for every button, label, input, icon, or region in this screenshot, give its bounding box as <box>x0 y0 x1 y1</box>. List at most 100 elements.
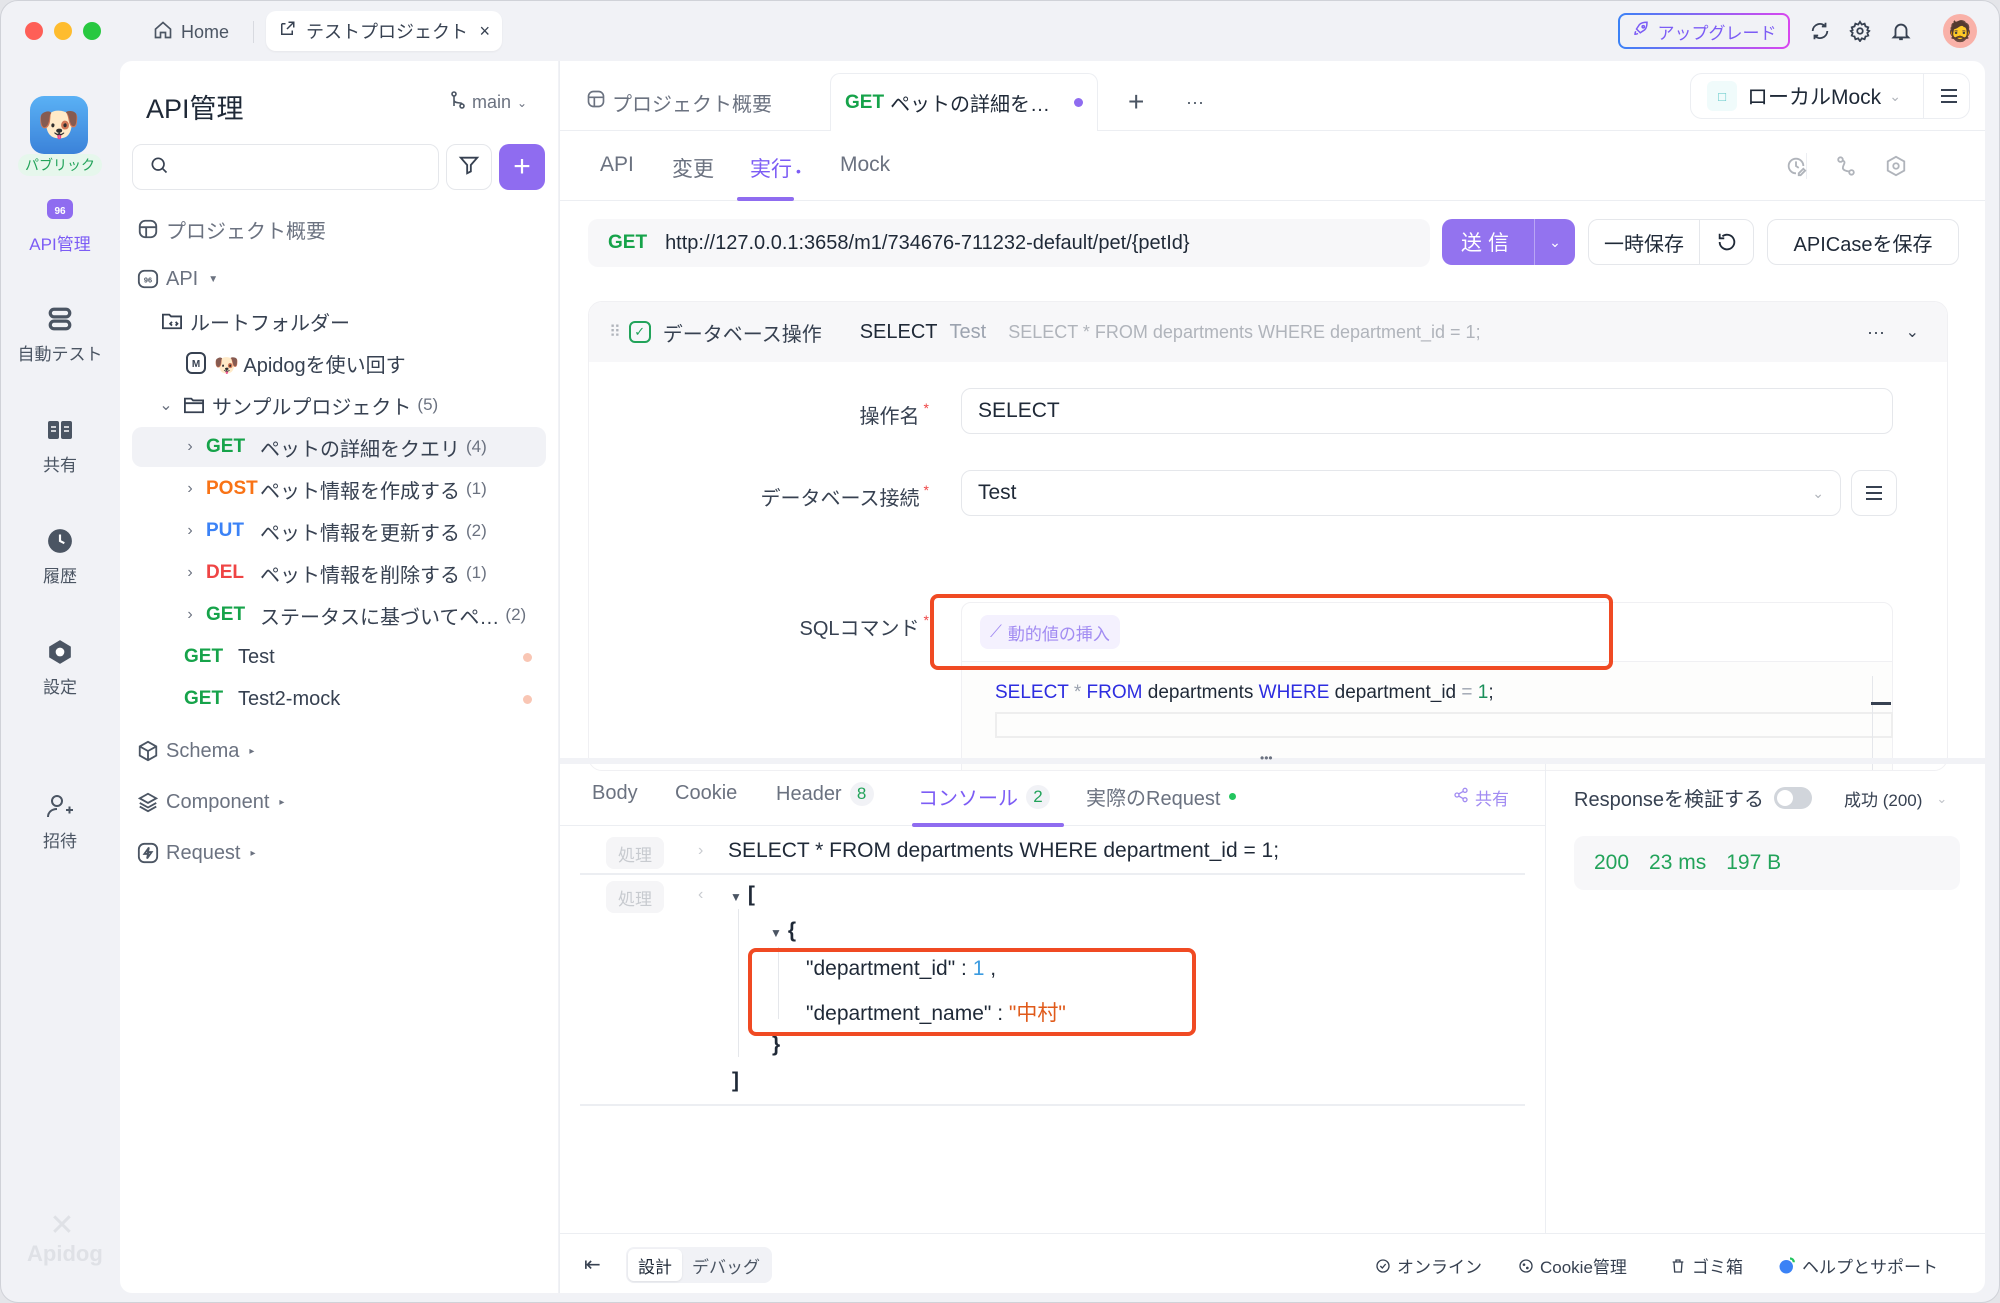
save-api-case-button[interactable]: APICaseを保存 <box>1767 219 1959 265</box>
tab-actual-request[interactable]: 実際のRequest <box>1086 782 1236 811</box>
sidebar-item-component[interactable]: Component ▸ <box>132 782 546 822</box>
endpoint-item[interactable]: › GET ペットの詳細をクエリ (4) <box>132 427 546 467</box>
cookie-manager-link[interactable]: Cookie管理 <box>1518 1253 1627 1278</box>
json-array-open[interactable]: ▼[ <box>730 883 755 907</box>
sync-icon[interactable] <box>1806 17 1834 45</box>
sidebar-item-request[interactable]: Request ▸ <box>132 833 546 873</box>
endpoint-item[interactable]: › DEL ペット情報を削除する (1) <box>132 553 546 593</box>
history-edit-icon[interactable] <box>1785 155 1807 182</box>
temp-save-button[interactable]: 一時保存 <box>1588 219 1754 265</box>
rail-item-automation[interactable]: 自動テスト <box>1 304 119 365</box>
project-tab[interactable]: テストプロジェクト × <box>266 11 502 51</box>
tab-console[interactable]: コンソール 2 <box>918 782 1050 811</box>
trash-link[interactable]: ゴミ箱 <box>1670 1253 1743 1278</box>
rail-item-settings[interactable]: 設定 <box>1 637 119 698</box>
tab-body[interactable]: Body <box>592 782 638 805</box>
rail-item-history[interactable]: 履歴 <box>1 526 119 587</box>
help-support-link[interactable]: ヘルプとサポート <box>1778 1253 1938 1278</box>
sidebar-item-api[interactable]: 96 API ▼ <box>132 259 546 299</box>
url-input[interactable]: GET http://127.0.0.1:3658/m1/734676-7112… <box>588 219 1430 267</box>
sidebar-item-project-overview[interactable]: プロジェクト概要 <box>132 209 546 249</box>
tab-run[interactable]: 実行 • <box>750 153 801 183</box>
branch-selector[interactable]: main ⌄ <box>450 91 527 114</box>
drag-handle-icon[interactable]: ⠿ <box>609 322 621 342</box>
endpoint-item[interactable]: › POST ペット情報を作成する (1) <box>132 469 546 509</box>
share-button[interactable]: 共有 <box>1453 785 1509 810</box>
reset-icon[interactable] <box>1700 231 1753 253</box>
sidebar-item-schema[interactable]: Schema ▸ <box>132 731 546 771</box>
window-minimize-button[interactable] <box>54 22 72 40</box>
sidebar-item-label: ルートフォルダー <box>190 312 350 335</box>
window-close-button[interactable] <box>25 22 43 40</box>
chevron-down-icon[interactable]: ⌄ <box>1906 322 1919 342</box>
flow-icon[interactable] <box>1835 155 1857 182</box>
sidebar-item-root-folder[interactable]: ルートフォルダー <box>132 301 546 341</box>
endpoint-item[interactable]: GET Test2-mock <box>132 679 546 719</box>
rail-label: 履歴 <box>43 567 77 586</box>
sub-tabs: API 変更 実行 • Mock <box>560 131 1985 201</box>
collapse-triangle-icon[interactable]: ▼ <box>770 926 782 940</box>
editor-scrollbar[interactable] <box>1872 676 1892 770</box>
project-avatar[interactable]: 🐶 <box>30 96 88 154</box>
db-connection-menu-button[interactable] <box>1851 470 1897 516</box>
rail-item-invite[interactable]: 招待 <box>1 791 119 852</box>
verify-toggle[interactable] <box>1774 786 1813 809</box>
sidebar-item-sample-folder[interactable]: ⌄ サンプルプロジェクト (5) <box>132 385 546 425</box>
branch-icon <box>450 91 466 114</box>
sql-code-line: SELECT * FROM departments WHERE departme… <box>995 682 1494 704</box>
rail-item-api-management[interactable]: 96 API管理 <box>1 194 119 255</box>
visibility-badge: パブリック <box>18 154 102 176</box>
more-options-icon[interactable]: ··· <box>1867 322 1885 343</box>
required-mark: * <box>923 400 929 416</box>
operation-name-input[interactable]: SELECT <box>961 388 1893 434</box>
collapse-sidebar-icon[interactable]: ⇤ <box>584 1252 601 1277</box>
tab-api[interactable]: API <box>600 153 634 177</box>
external-link-icon <box>278 20 296 43</box>
settings-hex-icon[interactable] <box>1885 155 1907 182</box>
rail-item-share[interactable]: 共有 <box>1 415 119 476</box>
sql-current-line <box>995 712 1893 738</box>
mode-design[interactable]: 設計 <box>628 1249 682 1281</box>
tab-project-overview[interactable]: プロジェクト概要 <box>586 73 772 131</box>
filter-button[interactable] <box>446 144 492 190</box>
user-avatar[interactable]: 🧔 <box>1943 14 1977 48</box>
method-badge[interactable]: GET <box>608 232 647 254</box>
tab-cookie[interactable]: Cookie <box>675 782 737 805</box>
drag-handle-icon[interactable]: ••• <box>1260 751 1273 765</box>
sidebar-search-input[interactable] <box>132 144 439 190</box>
settings-gear-icon[interactable] <box>1846 17 1874 45</box>
endpoint-item[interactable]: GET Test <box>132 637 546 677</box>
endpoint-item[interactable]: › PUT ペット情報を更新する (2) <box>132 511 546 551</box>
online-status-link[interactable]: オンライン <box>1375 1253 1482 1278</box>
sql-identifier: department_id <box>1329 682 1462 703</box>
json-object-open[interactable]: ▼{ <box>770 919 796 943</box>
window-zoom-button[interactable] <box>83 22 101 40</box>
send-options-chevron-icon[interactable]: ⌄ <box>1535 234 1575 251</box>
item-count: (2) <box>505 605 527 624</box>
tab-pet-detail[interactable]: GET ペットの詳細を… <box>830 73 1099 131</box>
more-tabs-button[interactable]: ··· <box>1186 73 1204 131</box>
endpoint-item[interactable]: › GET ステータスに基づいてペ… (2) <box>132 595 546 635</box>
db-operation-header[interactable]: ⠿ ✓ データベース操作 SELECT Test SELECT * FROM d… <box>589 302 1947 362</box>
environment-menu-icon[interactable] <box>1935 82 1963 110</box>
enabled-checkbox[interactable]: ✓ <box>628 321 651 343</box>
response-status-select[interactable]: 成功 (200) ⌄ <box>1844 786 1947 811</box>
db-connection-select[interactable]: Test ⌄ <box>961 470 1841 516</box>
sql-editor[interactable]: SELECT * FROM departments WHERE departme… <box>962 661 1893 770</box>
add-tab-button[interactable]: + <box>1128 73 1144 131</box>
tab-header[interactable]: Header 8 <box>776 782 874 806</box>
sidebar-item-markdown-doc[interactable]: M 🐶 Apidogを使い回す <box>132 343 546 383</box>
collapse-triangle-icon[interactable]: ▼ <box>730 890 742 904</box>
send-button[interactable]: 送信 ⌄ <box>1442 219 1575 265</box>
settings-icon <box>45 637 75 667</box>
home-tab[interactable]: Home <box>153 15 229 49</box>
tab-mock[interactable]: Mock <box>840 153 890 177</box>
add-button[interactable]: + <box>499 144 545 190</box>
close-tab-icon[interactable]: × <box>479 21 490 42</box>
tab-changes[interactable]: 変更 <box>672 153 714 183</box>
method-badge: GET <box>206 604 246 625</box>
mode-debug[interactable]: デバッグ <box>682 1249 770 1281</box>
environment-selector[interactable]: □ ローカルMock ⌄ <box>1690 73 1970 119</box>
upgrade-button[interactable]: アップグレード <box>1618 13 1790 49</box>
bell-icon[interactable] <box>1887 17 1915 45</box>
